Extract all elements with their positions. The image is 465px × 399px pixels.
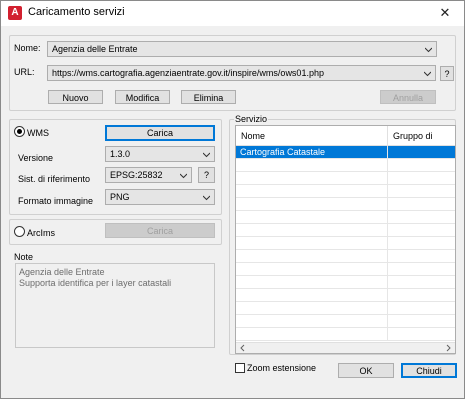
empty-cell — [236, 198, 388, 211]
empty-cell — [388, 289, 455, 302]
table-row — [236, 315, 455, 328]
crs-help-button[interactable]: ? — [198, 167, 215, 183]
empty-cell — [388, 263, 455, 276]
table-row — [236, 250, 455, 263]
new-button[interactable]: Nuovo — [48, 90, 103, 104]
chevron-down-icon — [424, 70, 431, 77]
format-value: PNG — [110, 192, 130, 202]
horizontal-scrollbar[interactable] — [236, 342, 455, 353]
empty-cell — [236, 276, 388, 289]
version-label: Versione — [18, 153, 54, 163]
table-row — [236, 172, 455, 185]
cancel-button[interactable]: Annulla — [380, 90, 436, 104]
empty-cell — [236, 159, 388, 172]
table-row — [236, 263, 455, 276]
url-label: URL: — [14, 67, 35, 77]
wms-load-button[interactable]: Carica — [105, 125, 215, 141]
table-row — [236, 289, 455, 302]
format-label: Formato immagine — [18, 196, 94, 206]
version-select[interactable]: 1.3.0 — [105, 146, 215, 162]
row-group-cell — [388, 146, 455, 159]
empty-cell — [388, 159, 455, 172]
table-row — [236, 237, 455, 250]
chevron-down-icon — [425, 46, 432, 53]
empty-cell — [388, 250, 455, 263]
table-row — [236, 211, 455, 224]
close-icon[interactable]: ✕ — [434, 3, 456, 23]
empty-cell — [236, 289, 388, 302]
ok-button[interactable]: OK — [338, 363, 394, 378]
empty-cell — [236, 315, 388, 328]
service-table[interactable]: Nome Gruppo di servizi Cartografia Catas… — [235, 125, 456, 354]
empty-cell — [388, 224, 455, 237]
chevron-down-icon — [180, 172, 187, 179]
table-row — [236, 198, 455, 211]
table-row — [236, 302, 455, 315]
empty-cell — [236, 224, 388, 237]
delete-button[interactable]: Elimina — [181, 90, 236, 104]
format-select[interactable]: PNG — [105, 189, 215, 205]
empty-cell — [388, 185, 455, 198]
version-value: 1.3.0 — [110, 149, 131, 159]
column-header-group[interactable]: Gruppo di servizi — [388, 126, 455, 161]
empty-cell — [236, 263, 388, 276]
table-row — [236, 159, 455, 172]
empty-cell — [388, 302, 455, 315]
table-row[interactable]: Cartografia Catastale — [236, 146, 455, 159]
empty-cell — [388, 198, 455, 211]
empty-cell — [236, 237, 388, 250]
chevron-down-icon — [203, 194, 210, 201]
zoom-extent-label[interactable]: Zoom estensione — [247, 363, 316, 373]
url-help-button[interactable]: ? — [440, 66, 454, 81]
empty-cell — [236, 211, 388, 224]
service-label: Servizio — [234, 114, 269, 124]
window-title: Caricamento servizi — [28, 6, 125, 18]
wms-radio[interactable] — [14, 126, 25, 137]
edit-button[interactable]: Modifica — [115, 90, 170, 104]
column-header-name[interactable]: Nome — [236, 126, 388, 146]
name-value: Agenzia delle Entrate — [52, 44, 138, 54]
dialog-window: A Caricamento servizi ✕ Nome: Agenzia de… — [0, 0, 465, 399]
note-line-2: Supporta identifica per i layer catastal… — [19, 278, 172, 288]
crs-value: EPSG:25832 — [110, 170, 163, 180]
scroll-left-icon[interactable] — [238, 343, 248, 353]
empty-cell — [236, 172, 388, 185]
arcims-radio[interactable] — [14, 226, 25, 237]
table-row — [236, 185, 455, 198]
empty-cell — [236, 250, 388, 263]
table-row — [236, 328, 455, 341]
url-combobox[interactable]: https://wms.cartografia.agenziaentrate.g… — [47, 65, 436, 81]
arcims-load-button[interactable]: Carica — [105, 223, 215, 238]
empty-cell — [388, 172, 455, 185]
empty-cell — [388, 276, 455, 289]
scroll-right-icon[interactable] — [443, 343, 453, 353]
crs-select[interactable]: EPSG:25832 — [105, 167, 192, 183]
title-bar[interactable]: A Caricamento servizi ✕ — [1, 1, 464, 26]
app-logo-icon: A — [8, 6, 22, 20]
empty-cell — [236, 185, 388, 198]
arcims-radio-label[interactable]: ArcIms — [27, 228, 55, 238]
zoom-extent-checkbox[interactable] — [235, 363, 245, 373]
empty-cell — [236, 302, 388, 315]
empty-cell — [388, 237, 455, 250]
crs-label: Sist. di riferimento — [18, 174, 91, 184]
note-label: Note — [14, 252, 34, 262]
chevron-down-icon — [203, 151, 210, 158]
name-label: Nome: — [14, 43, 41, 53]
empty-cell — [388, 315, 455, 328]
table-row — [236, 276, 455, 289]
note-line-1: Agenzia delle Entrate — [19, 267, 105, 277]
empty-cell — [236, 328, 388, 341]
close-button[interactable]: Chiudi — [401, 363, 457, 378]
note-textarea[interactable]: Agenzia delle Entrate Supporta identific… — [15, 263, 215, 348]
url-value: https://wms.cartografia.agenziaentrate.g… — [52, 68, 324, 78]
wms-radio-label[interactable]: WMS — [27, 128, 49, 138]
row-name-cell: Cartografia Catastale — [236, 146, 388, 159]
empty-cell — [388, 211, 455, 224]
name-combobox[interactable]: Agenzia delle Entrate — [47, 41, 437, 57]
empty-cell — [388, 328, 455, 341]
table-row — [236, 224, 455, 237]
